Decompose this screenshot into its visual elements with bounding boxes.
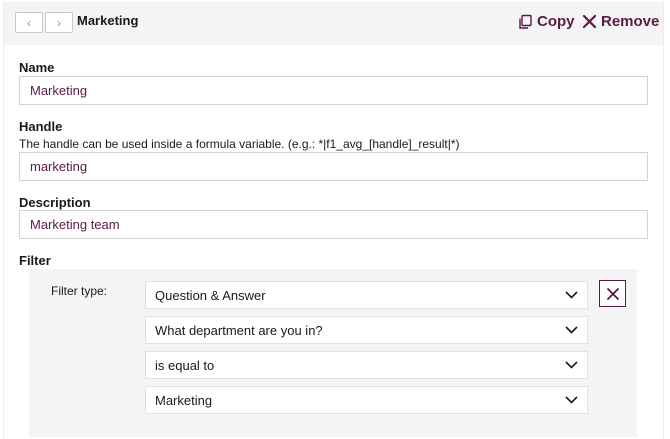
close-icon xyxy=(582,14,597,29)
handle-label: Handle xyxy=(19,119,63,134)
segment-editor-panel: ‹ › Marketing Copy Remove Name Marketing… xyxy=(3,2,664,439)
previous-button[interactable]: ‹ xyxy=(15,12,43,33)
filter-container: Filter type: Question & Answer What depa… xyxy=(29,269,637,437)
question-select[interactable]: What department are you in? xyxy=(145,316,588,344)
chevron-right-icon: › xyxy=(57,15,61,30)
remove-filter-button[interactable] xyxy=(599,280,626,307)
editor-header: ‹ › Marketing Copy Remove xyxy=(4,2,663,45)
filter-type-label: Filter type: xyxy=(51,284,108,298)
question-value: What department are you in? xyxy=(155,322,323,338)
name-value: Marketing xyxy=(30,83,88,98)
operator-select[interactable]: is equal to xyxy=(145,351,588,379)
handle-value: marketing xyxy=(30,159,88,174)
remove-button[interactable]: Remove xyxy=(582,13,659,30)
chevron-left-icon: ‹ xyxy=(27,15,31,30)
chevron-down-icon xyxy=(565,291,578,299)
answer-select[interactable]: Marketing xyxy=(145,386,588,414)
chevron-down-icon xyxy=(565,326,578,334)
remove-label: Remove xyxy=(601,13,660,30)
description-label: Description xyxy=(19,195,91,210)
name-field[interactable]: Marketing xyxy=(19,76,648,105)
handle-field[interactable]: marketing xyxy=(19,152,648,181)
copy-button[interactable]: Copy xyxy=(517,13,575,30)
filter-type-value: Question & Answer xyxy=(155,287,266,303)
description-field[interactable]: Marketing team xyxy=(19,210,648,239)
description-value: Marketing team xyxy=(30,217,120,232)
filter-label: Filter xyxy=(19,253,51,268)
chevron-down-icon xyxy=(565,361,578,369)
next-button[interactable]: › xyxy=(45,12,73,33)
operator-value: is equal to xyxy=(155,357,215,373)
copy-label: Copy xyxy=(537,13,575,30)
close-icon xyxy=(606,287,619,300)
name-label: Name xyxy=(19,60,55,75)
handle-help-text: The handle can be used inside a formula … xyxy=(19,137,460,151)
copy-icon xyxy=(519,14,532,29)
chevron-down-icon xyxy=(565,396,578,404)
filter-type-select[interactable]: Question & Answer xyxy=(145,281,588,309)
page-title: Marketing xyxy=(77,13,139,28)
answer-value: Marketing xyxy=(155,392,213,408)
